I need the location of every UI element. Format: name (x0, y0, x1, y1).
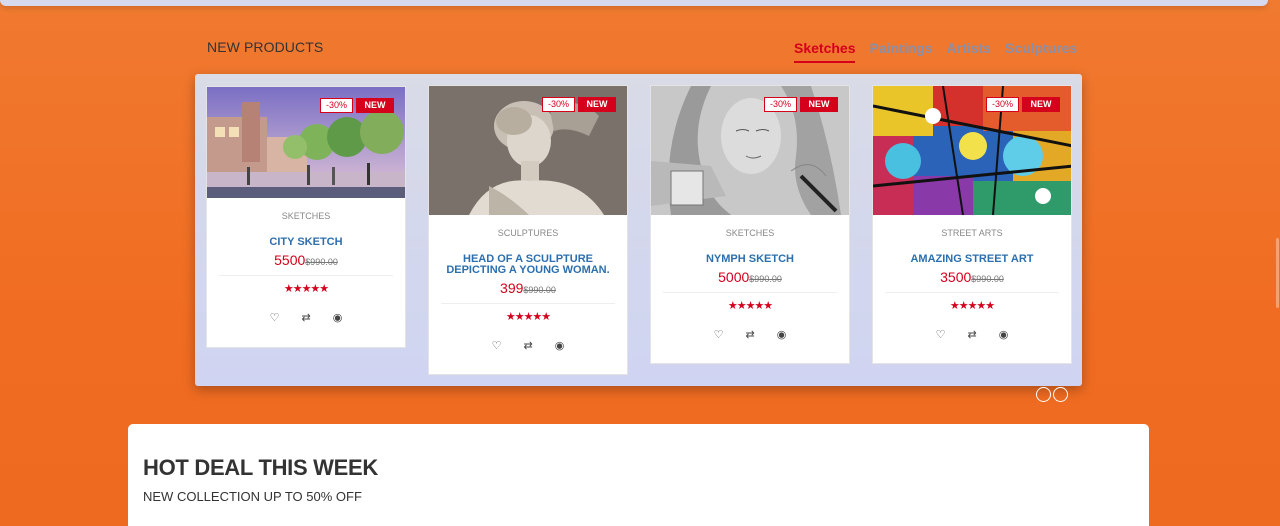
product-name[interactable]: NYMPH SKETCH (661, 254, 839, 265)
tab-sculptures[interactable]: Sculptures (1005, 40, 1077, 63)
price-row: 5000$990.00 (651, 269, 849, 287)
eye-icon[interactable]: ◉ (333, 311, 343, 324)
discount-badge: -30% (320, 98, 353, 113)
rating-stars: ★★★★★ (441, 303, 615, 323)
heart-icon[interactable]: ♡ (270, 311, 280, 324)
scrollbar[interactable] (1268, 0, 1280, 526)
product-image[interactable]: -30% NEW (429, 86, 627, 215)
card-actions: ♡ ⇄ ◉ (651, 328, 849, 341)
new-badge: NEW (800, 97, 838, 112)
category-tabs: Sketches Paintings Artists Sculptures (794, 40, 1077, 63)
top-header-bar (0, 0, 1268, 6)
discount-badge: -30% (764, 97, 797, 112)
discount-badge: -30% (542, 97, 575, 112)
product-price: 399 (500, 280, 524, 296)
product-category[interactable]: SKETCHES (207, 211, 405, 221)
new-badge: NEW (578, 97, 616, 112)
heart-icon[interactable]: ♡ (936, 328, 946, 341)
new-badge: NEW (1022, 97, 1060, 112)
old-price: $990.00 (305, 257, 338, 267)
heart-icon[interactable]: ♡ (492, 339, 502, 352)
product-price: 5000 (718, 269, 750, 285)
new-badge: NEW (356, 98, 394, 113)
carousel-dot[interactable] (1036, 387, 1051, 402)
old-price: $990.00 (523, 285, 556, 295)
product-name[interactable]: HEAD OF A SCULPTURE DEPICTING A YOUNG WO… (439, 254, 617, 276)
deal-subtitle: NEW COLLECTION UP TO 50% OFF (143, 489, 362, 504)
price-row: 3500$990.00 (873, 269, 1071, 287)
card-actions: ♡ ⇄ ◉ (873, 328, 1071, 341)
price-row: 399$990.00 (429, 280, 627, 298)
tab-paintings[interactable]: Paintings (869, 40, 932, 63)
product-name[interactable]: AMAZING STREET ART (883, 254, 1061, 265)
compare-icon[interactable]: ⇄ (746, 328, 755, 341)
product-image[interactable]: -30% NEW (651, 86, 849, 215)
rating-stars: ★★★★★ (885, 292, 1059, 312)
carousel-dot[interactable] (1053, 387, 1068, 402)
product-image[interactable]: -30% NEW (207, 87, 405, 198)
product-card[interactable]: -30% NEW STREET ARTS AMAZING STREET ART … (872, 85, 1072, 364)
product-category[interactable]: SCULPTURES (429, 228, 627, 238)
heart-icon[interactable]: ♡ (714, 328, 724, 341)
product-name[interactable]: CITY SKETCH (217, 237, 395, 248)
rating-stars: ★★★★★ (219, 275, 393, 295)
eye-icon[interactable]: ◉ (777, 328, 787, 341)
product-image[interactable]: -30% NEW (873, 86, 1071, 215)
discount-badge: -30% (986, 97, 1019, 112)
product-price: 3500 (940, 269, 972, 285)
eye-icon[interactable]: ◉ (999, 328, 1009, 341)
tab-artists[interactable]: Artists (947, 40, 991, 63)
old-price: $990.00 (749, 274, 782, 284)
hot-deal-section: HOT DEAL THIS WEEK NEW COLLECTION UP TO … (128, 424, 1149, 526)
carousel-dots (1036, 387, 1068, 402)
product-card[interactable]: -30% NEW SKETCHES CITY SKETCH 5500$990.0… (206, 86, 406, 348)
price-row: 5500$990.00 (207, 252, 405, 270)
product-category[interactable]: STREET ARTS (873, 228, 1071, 238)
card-actions: ♡ ⇄ ◉ (429, 339, 627, 352)
scrollbar-thumb[interactable] (1276, 238, 1279, 308)
product-category[interactable]: SKETCHES (651, 228, 849, 238)
compare-icon[interactable]: ⇄ (302, 311, 311, 324)
product-card[interactable]: -30% NEW SCULPTURES HEAD OF A SCULPTURE … (428, 85, 628, 375)
section-title: NEW PRODUCTS (207, 39, 324, 55)
old-price: $990.00 (971, 274, 1004, 284)
product-card[interactable]: -30% NEW SKETCHES NYMPH SKETCH 5000$990.… (650, 85, 850, 364)
tab-sketches[interactable]: Sketches (794, 40, 856, 63)
compare-icon[interactable]: ⇄ (524, 339, 533, 352)
compare-icon[interactable]: ⇄ (968, 328, 977, 341)
rating-stars: ★★★★★ (663, 292, 837, 312)
product-price: 5500 (274, 252, 306, 268)
card-actions: ♡ ⇄ ◉ (207, 311, 405, 324)
deal-title: HOT DEAL THIS WEEK (143, 455, 378, 480)
eye-icon[interactable]: ◉ (555, 339, 565, 352)
